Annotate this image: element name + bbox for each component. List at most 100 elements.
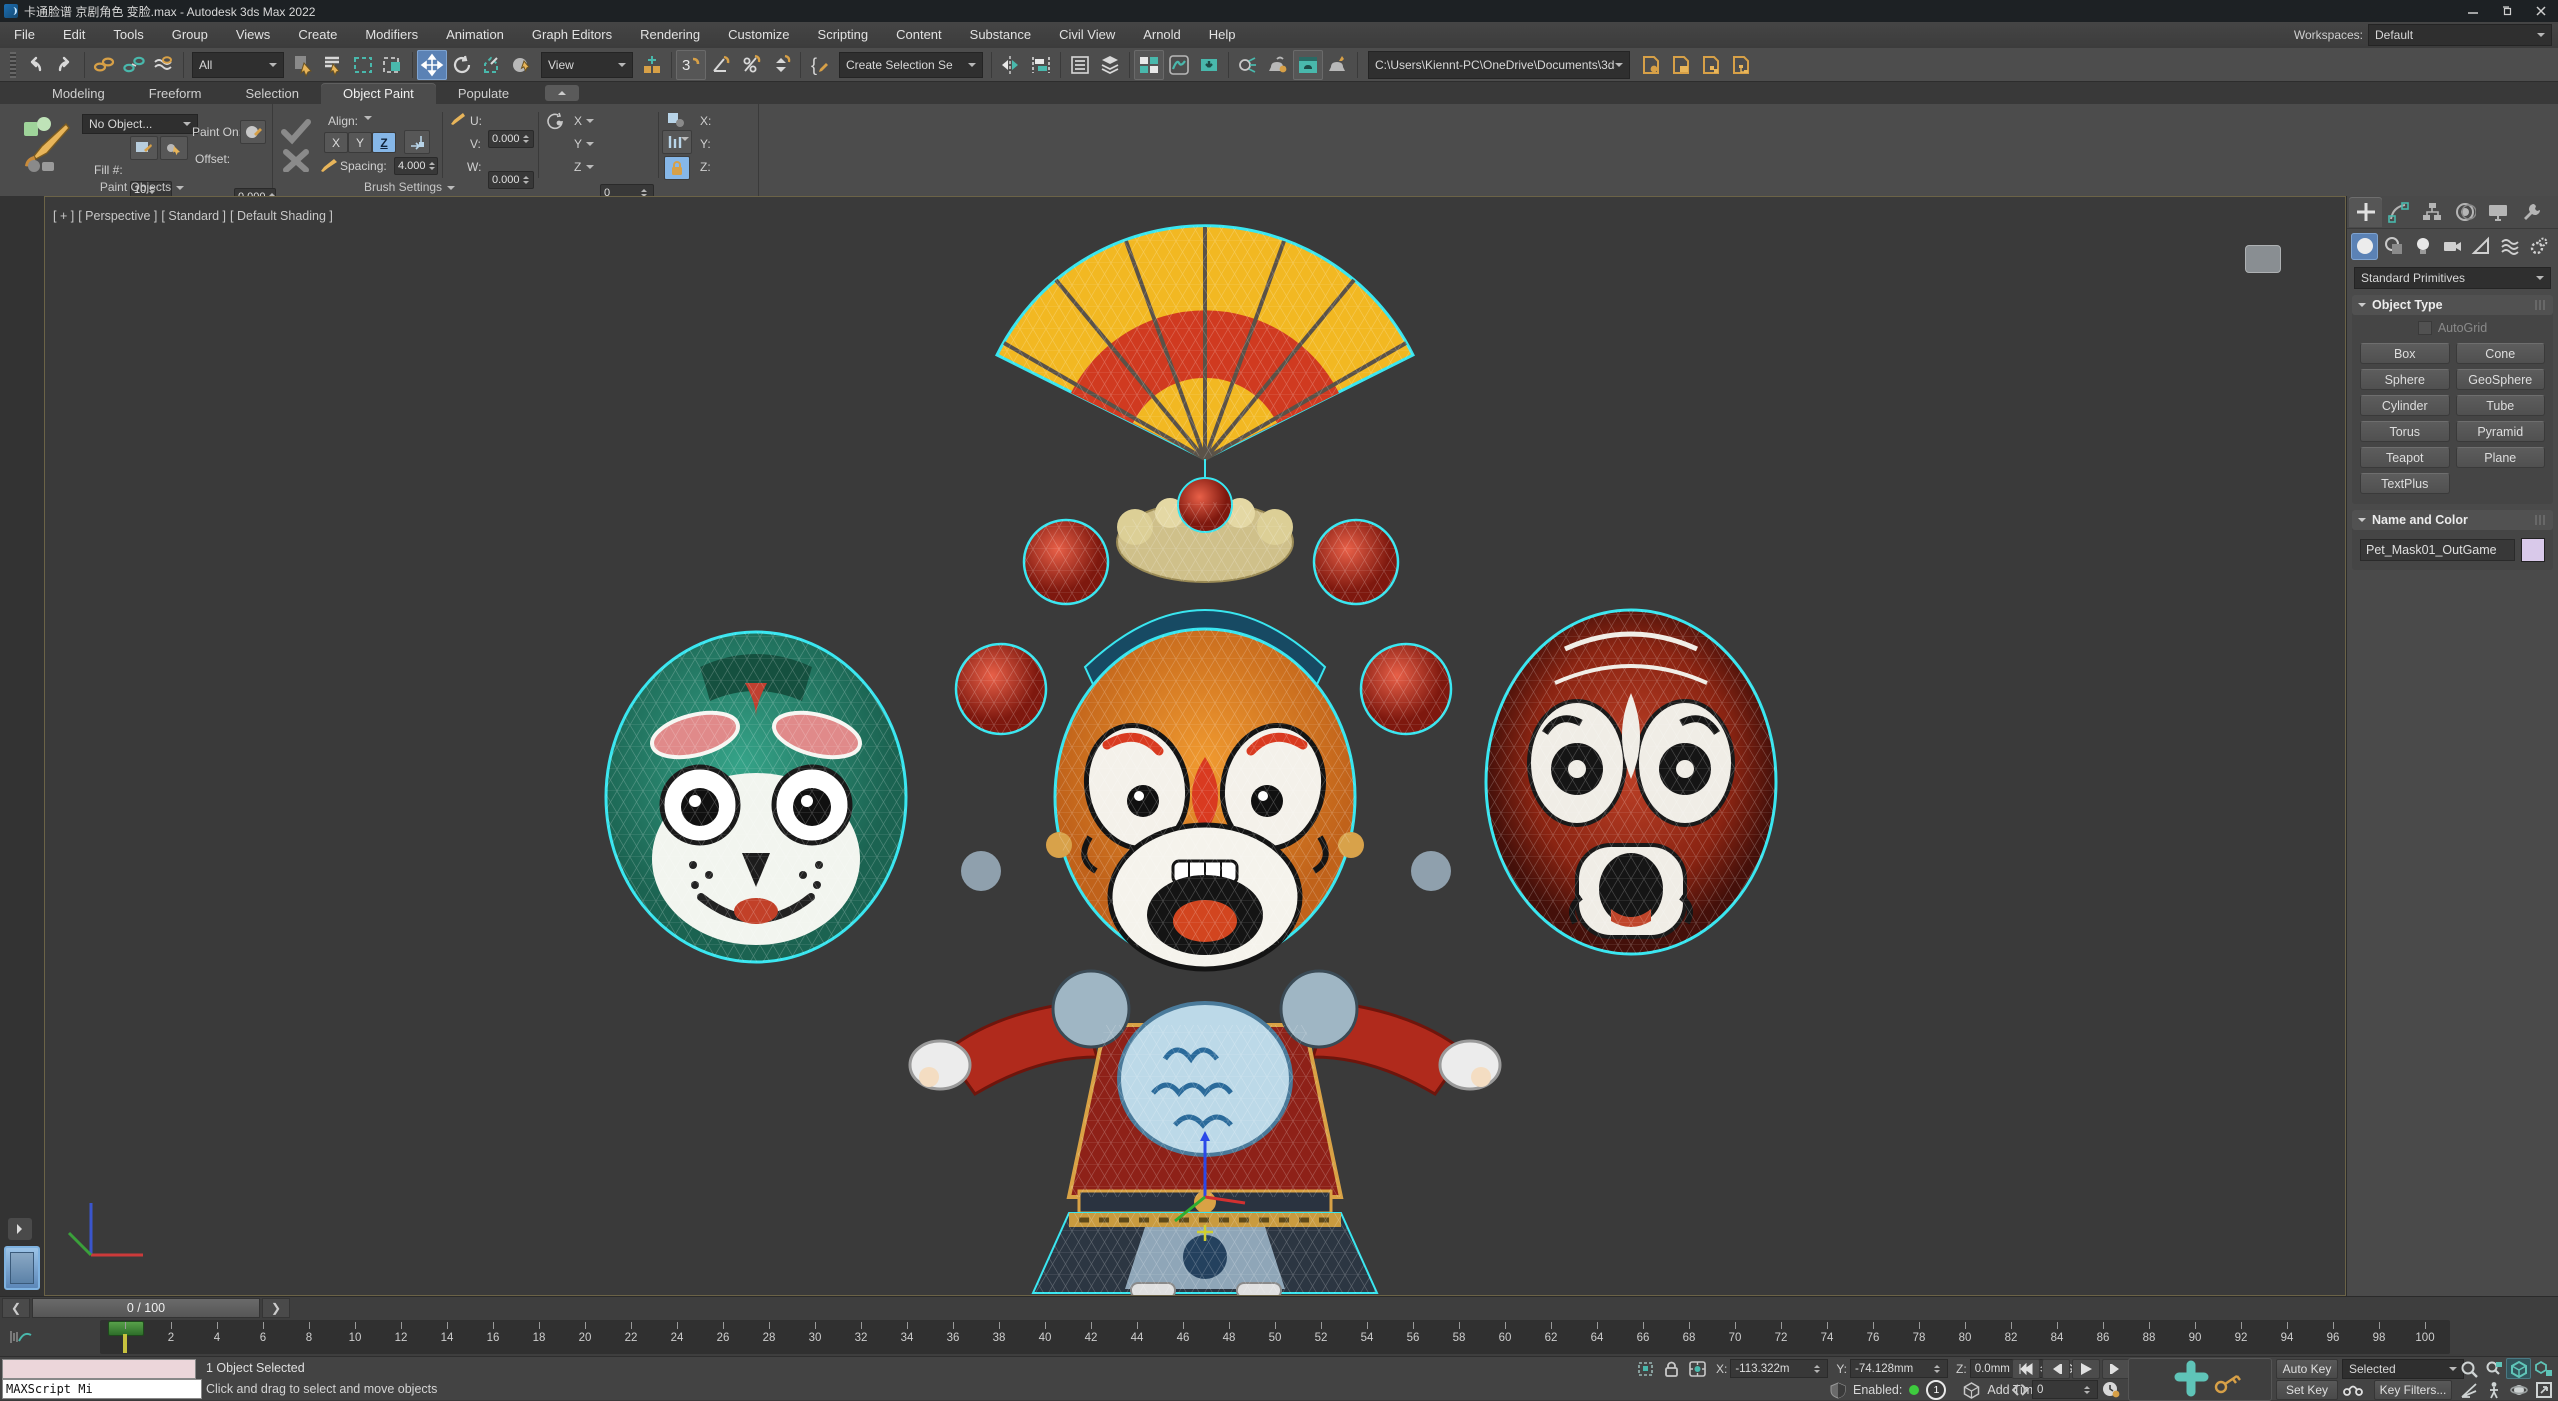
current-frame-spinner[interactable]: 0	[2032, 1380, 2098, 1399]
zoom-extents-all-icon[interactable]	[2531, 1358, 2556, 1379]
curve-editor-button[interactable]	[1164, 50, 1194, 80]
key-mode-dropdown[interactable]: Selected	[2342, 1359, 2464, 1379]
torus-button[interactable]: Torus	[2360, 421, 2450, 442]
lights-category-icon[interactable]	[2409, 233, 2436, 260]
walk-through-icon[interactable]	[2481, 1379, 2506, 1400]
time-tag-cube-icon[interactable]	[1963, 1381, 1980, 1399]
maxscript-mini-listener[interactable]: MAXScript Mi	[2, 1379, 202, 1399]
previous-frame-arrow-button[interactable]: ❮	[2, 1297, 30, 1318]
reference-coordinate-dropdown[interactable]: View	[541, 51, 633, 78]
paint-fill-mode-button[interactable]	[130, 136, 158, 160]
orbit-icon[interactable]	[2506, 1379, 2531, 1400]
render-production-button[interactable]	[1323, 50, 1353, 80]
pyramid-button[interactable]: Pyramid	[2455, 421, 2545, 442]
key-filters-button[interactable]: Key Filters...	[2374, 1380, 2452, 1400]
utilities-tab[interactable]	[2514, 197, 2547, 227]
ribbon-tab-object-paint[interactable]: Object Paint	[320, 83, 436, 104]
material-editor-button[interactable]	[1233, 50, 1263, 80]
menu-item-civil-view[interactable]: Civil View	[1045, 22, 1129, 48]
select-by-name-button[interactable]	[318, 50, 348, 80]
paint-objects-icon[interactable]	[20, 114, 72, 174]
y-coord-field[interactable]: -74.128mm	[1850, 1359, 1949, 1378]
sphere-button[interactable]: Sphere	[2360, 369, 2450, 390]
maximize-icon[interactable]	[2490, 0, 2524, 22]
minimize-icon[interactable]	[2456, 0, 2490, 22]
textplus-button[interactable]: TextPlus	[2360, 473, 2450, 494]
redo-button[interactable]	[50, 50, 80, 80]
ribbon-tab-modeling[interactable]: Modeling	[30, 83, 127, 104]
cameras-category-icon[interactable]	[2438, 233, 2465, 260]
menu-item-scripting[interactable]: Scripting	[804, 22, 883, 48]
ribbon-tab-populate[interactable]: Populate	[436, 83, 531, 104]
viewport-shading-menu[interactable]: [ Default Shading ]	[230, 209, 333, 223]
viewport-general-menu[interactable]: [ + ]	[53, 209, 74, 223]
viewport-pov-menu[interactable]: [ Perspective ]	[78, 209, 157, 223]
snap-toggle-3d[interactable]: 3	[676, 49, 706, 80]
autogrid-checkbox[interactable]	[2417, 321, 2432, 335]
use-pivot-point-button[interactable]	[637, 50, 667, 80]
rendered-frame-window-button[interactable]	[1293, 49, 1323, 80]
maximize-viewport-toggle-icon[interactable]	[2531, 1379, 2556, 1400]
paint-objects-panel-title[interactable]: Paint Objects	[12, 180, 272, 196]
mini-curve-editor-button[interactable]	[6, 1324, 36, 1350]
rot-x-arrow[interactable]	[586, 119, 594, 127]
perspective-viewport[interactable]: [ + ] [ Perspective ] [ Standard ] [ Defaul…	[44, 196, 2347, 1299]
teapot-button[interactable]: Teapot	[2360, 447, 2450, 468]
menu-item-tools[interactable]: Tools	[99, 22, 157, 48]
rot-y-arrow[interactable]	[586, 142, 594, 150]
align-z-button[interactable]: Z	[372, 132, 396, 153]
menu-item-rendering[interactable]: Rendering	[626, 22, 714, 48]
spacing-field[interactable]: 4.000	[394, 157, 438, 175]
render-preset-network-icon[interactable]	[1726, 50, 1756, 80]
viewcube-placeholder[interactable]	[2245, 245, 2281, 273]
menu-item-arnold[interactable]: Arnold	[1129, 22, 1195, 48]
primitive-category-dropdown[interactable]: Standard Primitives	[2354, 267, 2551, 289]
viewport-layout-tab[interactable]	[4, 1246, 40, 1290]
select-object-button[interactable]	[288, 50, 318, 80]
play-button[interactable]	[2072, 1359, 2100, 1379]
edit-named-selection-sets-button[interactable]: {	[805, 50, 835, 80]
percent-snap-toggle[interactable]	[736, 50, 766, 80]
systems-category-icon[interactable]	[2525, 233, 2552, 260]
brush-settings-panel-title[interactable]: Brush Settings	[272, 180, 758, 196]
select-and-scale-button[interactable]	[477, 50, 507, 80]
menu-item-animation[interactable]: Animation	[432, 22, 518, 48]
absolute-offset-toggle-icon[interactable]	[1688, 1360, 1708, 1378]
paint-select-object-button[interactable]	[160, 136, 188, 160]
cone-button[interactable]: Cone	[2455, 343, 2545, 364]
cylinder-button[interactable]: Cylinder	[2360, 395, 2450, 416]
go-to-start-button[interactable]	[2012, 1359, 2040, 1379]
align-dropdown-arrow[interactable]	[364, 116, 372, 124]
scale-random-button[interactable]	[662, 130, 692, 154]
viewport-renderer-menu[interactable]: [ Standard ]	[161, 209, 226, 223]
toggle-layer-explorer-button[interactable]	[1095, 50, 1125, 80]
shapes-category-icon[interactable]	[2380, 233, 2407, 260]
angle-snap-toggle[interactable]	[706, 50, 736, 80]
macro-recorder-field[interactable]	[2, 1359, 196, 1379]
menu-item-file[interactable]: File	[0, 22, 49, 48]
ribbon-minimize-button[interactable]	[545, 85, 580, 101]
bind-to-space-warp-icon[interactable]	[149, 50, 179, 80]
window-crossing-toggle[interactable]	[378, 50, 408, 80]
rot-z-arrow[interactable]	[586, 165, 594, 173]
x-coord-field[interactable]: -113.322m	[1730, 1359, 1829, 1378]
paint-on-mode-button[interactable]	[240, 120, 266, 144]
rectangular-selection-region-button[interactable]	[348, 50, 378, 80]
field-of-view-icon[interactable]	[2456, 1379, 2481, 1400]
brush-apply-cancel-icons[interactable]	[280, 116, 314, 172]
scene-3d-model[interactable]	[45, 197, 2347, 1299]
align-to-stroke-button[interactable]	[404, 130, 430, 154]
helpers-category-icon[interactable]	[2467, 233, 2494, 260]
notification-count-badge[interactable]: 1	[1926, 1380, 1947, 1400]
plane-button[interactable]: Plane	[2455, 447, 2545, 468]
toggle-ribbon-button[interactable]	[1134, 49, 1164, 80]
ribbon-tab-freeform[interactable]: Freeform	[127, 83, 224, 104]
menu-item-graph-editors[interactable]: Graph Editors	[518, 22, 626, 48]
selection-filter-dropdown[interactable]: All	[192, 51, 284, 78]
mirror-button[interactable]	[996, 50, 1026, 80]
trackbar-expand-button[interactable]	[8, 1218, 32, 1240]
next-frame-arrow-button[interactable]: ❯	[262, 1297, 290, 1318]
menu-item-group[interactable]: Group	[158, 22, 222, 48]
menu-item-create[interactable]: Create	[284, 22, 351, 48]
menu-item-views[interactable]: Views	[222, 22, 284, 48]
